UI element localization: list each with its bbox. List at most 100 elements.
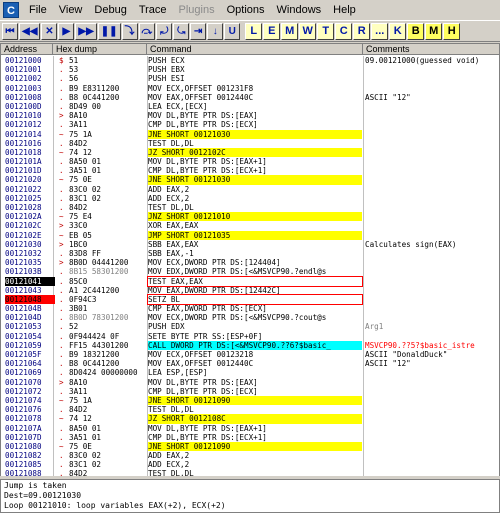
stop-icon[interactable]: ✕ bbox=[41, 22, 58, 40]
instruction-row[interactable]: 0012102C >33C0 XOR EAX,EAX bbox=[1, 221, 499, 230]
instruction-row[interactable]: 00121085. 83C1 02 ADD ECX,2 bbox=[1, 460, 499, 469]
instruction-row[interactable]: 00121043. A1 2C441200 MOV EAX,DWORD PTR DS… bbox=[1, 285, 499, 295]
column-address[interactable]: Address bbox=[1, 44, 53, 55]
execute-till-return-icon[interactable]: ⇥ bbox=[190, 22, 207, 40]
instruction-row[interactable]: 00121010 >8A10 MOV DL,BYTE PTR DS:[EAX] bbox=[1, 111, 499, 120]
instruction-row[interactable]: 00121082. 83C0 02 ADD EAX,2 bbox=[1, 451, 499, 461]
instruction-row[interactable]: 00121022. 83C0 02 ADD EAX,2 bbox=[1, 185, 499, 194]
instruction-row[interactable]: 00121059. FF15 44301200 CALL DWORD PTR DS:… bbox=[1, 340, 499, 350]
instruction-row[interactable]: 00121008. B8 0C441200 MOV EAX,OFFSET 00124… bbox=[1, 93, 499, 102]
window-button-more[interactable]: ... bbox=[371, 22, 389, 40]
menu-file[interactable]: File bbox=[23, 0, 53, 20]
window-button-b[interactable]: B bbox=[407, 22, 425, 40]
window-button-w[interactable]: W bbox=[299, 22, 317, 40]
instruction-row[interactable]: 00121048. 0F94C3 SETZ BL bbox=[1, 293, 499, 306]
row-hex: FF15 44301200 bbox=[69, 340, 129, 350]
column-hex[interactable]: Hex dump bbox=[53, 44, 147, 55]
step-over-icon[interactable]: ⤼ bbox=[138, 22, 156, 40]
instruction-row[interactable]: 00121041. 85C0 TEST EAX,EAX bbox=[1, 275, 499, 287]
trace-over-icon[interactable]: ⤿ bbox=[173, 22, 190, 40]
window-button-t[interactable]: T bbox=[317, 22, 335, 40]
row-hex: EB 05 bbox=[69, 230, 92, 240]
run-icon[interactable]: ▶ bbox=[58, 22, 75, 40]
instruction-row[interactable]: 00121030 >1BC0 SBB EAX,EAX Calculates sign(… bbox=[1, 240, 499, 249]
instruction-row[interactable]: 00121070 >8A10 MOV DL,BYTE PTR DS:[EAX] bbox=[1, 378, 499, 387]
instruction-row[interactable]: 00121069. 8D0424 00000000 LEA ESP,[ESP] bbox=[1, 368, 499, 377]
instruction-row[interactable]: 0012107A. 8A50 01 MOV DL,BYTE PTR DS:[EAX+… bbox=[1, 424, 499, 433]
app-icon[interactable]: C bbox=[3, 2, 19, 18]
instruction-row[interactable]: 00121001. 53 PUSH EBX bbox=[1, 65, 499, 74]
column-command[interactable]: Command bbox=[147, 44, 363, 55]
window-button-k[interactable]: K bbox=[389, 22, 407, 40]
instruction-row[interactable]: 00121076. 84D2 TEST DL,DL bbox=[1, 405, 499, 415]
instruction-row[interactable]: 00121025. 83C1 02 ADD ECX,2 bbox=[1, 194, 499, 203]
instruction-row[interactable]: 00121035 >8B0D 04441200 MOV ECX,DWORD PTR … bbox=[1, 258, 499, 267]
window-button-e[interactable]: E bbox=[263, 22, 281, 40]
row-jump-marker: . bbox=[59, 350, 64, 359]
instruction-row[interactable]: 0012102A ~75 E4 JNZ SHORT 00121010 bbox=[1, 212, 499, 222]
row-hex: 83C0 02 bbox=[69, 451, 102, 461]
row-comment bbox=[365, 221, 499, 230]
menu-windows[interactable]: Windows bbox=[271, 0, 328, 20]
instruction-row[interactable]: 0012107D. 3A51 01 CMP DL,BYTE PTR DS:[ECX+… bbox=[1, 432, 499, 442]
menu-trace[interactable]: Trace bbox=[133, 0, 173, 20]
instruction-row[interactable]: 0012102E ~ EB 05 JMP SHORT 00121035 bbox=[1, 230, 499, 240]
instruction-row[interactable]: 00121080 ~75 0E JNE SHORT 00121090 bbox=[1, 441, 499, 452]
trace-into-icon[interactable]: ⤾ bbox=[156, 22, 173, 40]
row-address: 00121076 bbox=[5, 405, 42, 415]
close-icon[interactable]: ◀◀ bbox=[19, 22, 41, 40]
instruction-row[interactable]: 00121054. 0F944424 0F SETE BYTE PTR SS:[ES… bbox=[1, 331, 499, 341]
user-code-icon[interactable]: U bbox=[224, 22, 241, 40]
run-thread-icon[interactable]: ▶▶ bbox=[75, 22, 97, 40]
row-hex: 84D2 bbox=[69, 203, 88, 212]
column-comments[interactable]: Comments bbox=[363, 44, 499, 55]
instruction-row[interactable]: 0012103B. 8B15 58301200 MOV EDX,DWORD PTR … bbox=[1, 267, 499, 276]
instruction-row[interactable]: 00121032. 83D8 FF SBB EAX,-1 bbox=[1, 249, 499, 258]
disassembly-pane[interactable]: Address Hex dump Command Comments 001210… bbox=[0, 43, 500, 478]
instruction-row[interactable]: 00121028. 84D2 TEST DL,DL bbox=[1, 203, 499, 212]
instruction-row[interactable]: 0012105F. B9 18321200 MOV ECX,OFFSET 00123… bbox=[1, 350, 499, 359]
instruction-row[interactable]: 00121064. B8 0C441200 MOV EAX,OFFSET 00124… bbox=[1, 359, 499, 369]
menu-plugins[interactable]: Plugins bbox=[173, 0, 221, 20]
instruction-row[interactable]: 00121016. 84D2 TEST DL,DL bbox=[1, 139, 499, 148]
row-comment bbox=[365, 74, 499, 83]
instruction-row[interactable]: 00121012. 3A11 CMP DL,BYTE PTR DS:[ECX] bbox=[1, 120, 499, 129]
window-button-m[interactable]: M bbox=[425, 22, 443, 40]
row-jump-marker: . bbox=[59, 285, 64, 295]
instruction-row[interactable]: 0012100D. 8D49 00 LEA ECX,[ECX] bbox=[1, 102, 499, 111]
instruction-row[interactable]: 0012104B. 3B01 CMP EAX,DWORD PTR DS:[ECX] bbox=[1, 304, 499, 313]
menu-view[interactable]: View bbox=[53, 0, 89, 20]
row-jump-marker: . bbox=[59, 83, 64, 93]
row-hex: 3A51 01 bbox=[69, 432, 102, 442]
instruction-row[interactable]: 00121003. B9 E8311200 MOV ECX,OFFSET 00123… bbox=[1, 83, 499, 93]
instruction-row[interactable]: 00121018 ~74 12 JZ SHORT 0012102C bbox=[1, 147, 499, 158]
pause-icon[interactable]: ❚❚ bbox=[97, 22, 121, 40]
menu-debug[interactable]: Debug bbox=[88, 0, 132, 20]
row-disassembly: JZ SHORT 0012102C bbox=[148, 147, 362, 158]
window-button-l[interactable]: L bbox=[245, 22, 263, 40]
instruction-row[interactable]: 00121002. 56 PUSH ESI bbox=[1, 74, 499, 83]
menu-options[interactable]: Options bbox=[221, 0, 271, 20]
instruction-row[interactable]: 00121053. 52 PUSH EDX Arg1 bbox=[1, 322, 499, 331]
window-button-c[interactable]: C bbox=[335, 22, 353, 40]
instruction-row[interactable]: 0012101A. 8A50 01 MOV DL,BYTE PTR DS:[EAX+… bbox=[1, 157, 499, 166]
instruction-row[interactable]: 0012104D. 8B0D 78301200 MOV ECX,DWORD PTR … bbox=[1, 313, 499, 322]
instruction-row[interactable]: 00121074 ~75 1A JNE SHORT 00121090 bbox=[1, 395, 499, 406]
go-to-icon[interactable]: ↓ bbox=[207, 22, 224, 40]
instruction-row[interactable]: 00121020 ~75 0E JNE SHORT 00121030 bbox=[1, 175, 499, 185]
window-button-h[interactable]: H bbox=[443, 22, 461, 40]
menu-help[interactable]: Help bbox=[327, 0, 362, 20]
window-button-r[interactable]: R bbox=[353, 22, 371, 40]
instruction-row[interactable]: 00121000 $51 PUSH ECX 09.00121000(guessed v… bbox=[1, 56, 499, 65]
instruction-row[interactable]: 0012101D. 3A51 01 CMP DL,BYTE PTR DS:[ECX+… bbox=[1, 166, 499, 175]
window-button-m[interactable]: M bbox=[281, 22, 299, 40]
row-jump-marker: . bbox=[59, 359, 64, 369]
instruction-row[interactable]: 00121072. 3A11 CMP DL,BYTE PTR DS:[ECX] bbox=[1, 387, 499, 396]
row-hex: B8 0C441200 bbox=[69, 359, 120, 369]
restart-icon[interactable]: ⏮ bbox=[2, 22, 18, 40]
row-hex: 75 1A bbox=[69, 395, 92, 405]
instruction-row[interactable]: 00121078 ~74 12 JZ SHORT 0012108C bbox=[1, 414, 499, 424]
step-into-icon[interactable]: ⤵ bbox=[121, 22, 138, 40]
row-hex: 0F944424 0F bbox=[69, 331, 120, 341]
instruction-row[interactable]: 00121014 ~75 1A JNE SHORT 00121030 bbox=[1, 129, 499, 139]
